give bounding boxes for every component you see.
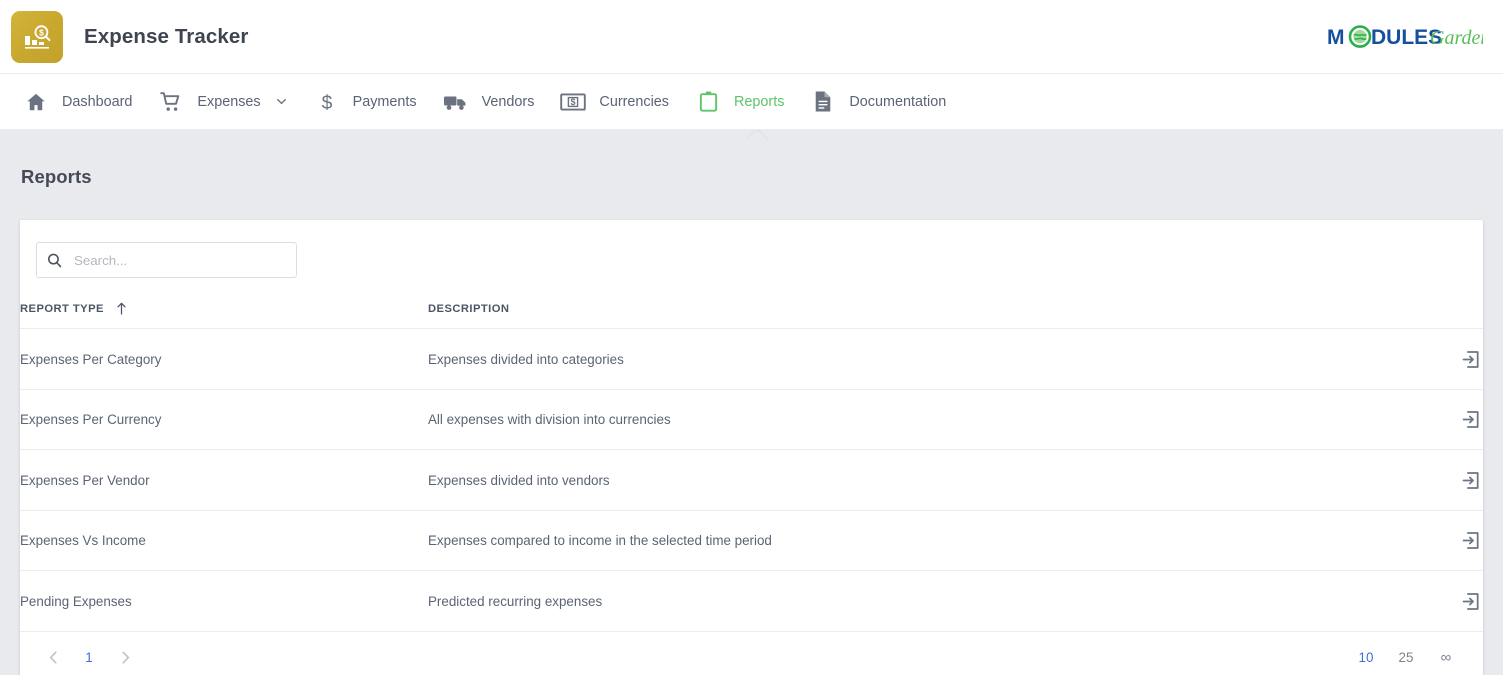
main-nav: Dashboard Expenses $ Payments Vendors $ … (0, 73, 1503, 129)
cell-report-type: Expenses Per Currency (20, 389, 428, 450)
column-header-report-type[interactable]: REPORT TYPE (20, 284, 428, 329)
cell-description: Predicted recurring expenses (428, 570, 1373, 632)
nav-item-payments[interactable]: $ Payments (301, 74, 430, 130)
cell-description: All expenses with division into currenci… (428, 389, 1373, 450)
table-body: Expenses Per Category Expenses divided i… (20, 328, 1483, 632)
svg-text:$: $ (39, 27, 44, 37)
nav-item-dashboard[interactable]: Dashboard (10, 74, 145, 130)
brand: $ Expense Tracker (11, 10, 249, 63)
table-header-row: REPORT TYPE DESCRIPTION (20, 284, 1483, 329)
open-report-icon[interactable] (1457, 407, 1483, 433)
column-label-description: DESCRIPTION (428, 302, 510, 315)
shopping-cart-icon (158, 89, 184, 115)
reports-card: REPORT TYPE DESCRIPTION (20, 220, 1483, 675)
table-row[interactable]: Expenses Per Currency All expenses with … (20, 389, 1483, 450)
svg-text:Garden: Garden (1430, 27, 1483, 49)
cell-report-type: Expenses Per Category (20, 328, 428, 390)
modulesgarden-logo[interactable]: M DULES Garden (1327, 22, 1483, 52)
nav-item-currencies[interactable]: $ Currencies (547, 74, 682, 130)
pagination-page-1[interactable]: 1 (74, 643, 104, 673)
search-area (20, 220, 1483, 284)
cell-report-type: Expenses Vs Income (20, 510, 428, 571)
search-input[interactable] (72, 251, 287, 269)
svg-text:M: M (1327, 26, 1345, 49)
active-tab-pointer (747, 130, 769, 141)
pagination: 1 (36, 643, 142, 673)
nav-item-expenses[interactable]: Expenses (145, 74, 300, 130)
column-header-actions (1373, 284, 1483, 329)
cell-actions (1373, 510, 1483, 571)
table-row[interactable]: Expenses Vs Income Expenses compared to … (20, 510, 1483, 571)
clipboard-icon (695, 89, 721, 115)
open-report-icon[interactable] (1457, 528, 1483, 554)
cell-actions (1373, 389, 1483, 450)
home-icon (23, 89, 49, 115)
column-label-report-type: REPORT TYPE (20, 302, 104, 315)
table-footer: 1 10 25 ∞ (20, 632, 1483, 675)
table-row[interactable]: Expenses Per Category Expenses divided i… (20, 328, 1483, 390)
arrow-up-icon[interactable] (116, 302, 127, 315)
dollar-sign-icon: $ (314, 89, 340, 115)
svg-text:$: $ (571, 97, 576, 107)
search-box[interactable] (36, 242, 297, 278)
cell-actions (1373, 570, 1483, 632)
cell-description: Expenses divided into categories (428, 328, 1373, 390)
nav-item-documentation[interactable]: Documentation (797, 74, 959, 130)
cell-actions (1373, 328, 1483, 390)
top-bar: $ Expense Tracker M DULES Garden (0, 0, 1503, 73)
nav-label-currencies: Currencies (599, 93, 670, 110)
document-icon (810, 89, 836, 115)
chevron-left-icon[interactable] (36, 643, 70, 673)
nav-label-documentation: Documentation (849, 93, 947, 110)
chevron-right-icon[interactable] (108, 643, 142, 673)
open-report-icon[interactable] (1457, 588, 1483, 614)
open-report-icon[interactable] (1457, 346, 1483, 372)
svg-text:$: $ (321, 92, 332, 112)
page-content: Reports REPORT TYPE (0, 129, 1503, 675)
cell-description: Expenses compared to income in the selec… (428, 510, 1373, 571)
per-page-option-10[interactable]: 10 (1347, 643, 1385, 673)
app-logo-icon: $ (11, 10, 63, 63)
banknote-icon: $ (560, 89, 587, 115)
column-header-description[interactable]: DESCRIPTION (428, 284, 1373, 329)
nav-label-payments: Payments (352, 93, 417, 110)
nav-label-dashboard: Dashboard (62, 93, 133, 110)
cell-report-type: Expenses Per Vendor (20, 449, 428, 511)
table-row[interactable]: Expenses Per Vendor Expenses divided int… (20, 449, 1483, 511)
cell-report-type: Pending Expenses (20, 570, 428, 632)
table-row[interactable]: Pending Expenses Predicted recurring exp… (20, 570, 1483, 632)
nav-label-expenses: Expenses (197, 93, 261, 110)
per-page-option-all[interactable]: ∞ (1427, 643, 1465, 673)
search-icon (46, 252, 63, 269)
nav-item-vendors[interactable]: Vendors (430, 74, 548, 130)
cell-description: Expenses divided into vendors (428, 449, 1373, 511)
open-report-icon[interactable] (1457, 467, 1483, 493)
truck-icon (443, 89, 469, 115)
cell-actions (1373, 449, 1483, 511)
table-head: REPORT TYPE DESCRIPTION (20, 284, 1483, 329)
app-title: Expense Tracker (84, 24, 249, 48)
per-page-option-25[interactable]: 25 (1387, 643, 1425, 673)
chevron-down-icon[interactable] (275, 95, 288, 108)
per-page-selector: 10 25 ∞ (1345, 643, 1465, 673)
reports-table: REPORT TYPE DESCRIPTION Expenses Per Cat… (20, 284, 1483, 632)
nav-item-reports[interactable]: Reports (682, 74, 797, 130)
nav-label-reports: Reports (734, 93, 785, 110)
nav-label-vendors: Vendors (481, 93, 535, 110)
